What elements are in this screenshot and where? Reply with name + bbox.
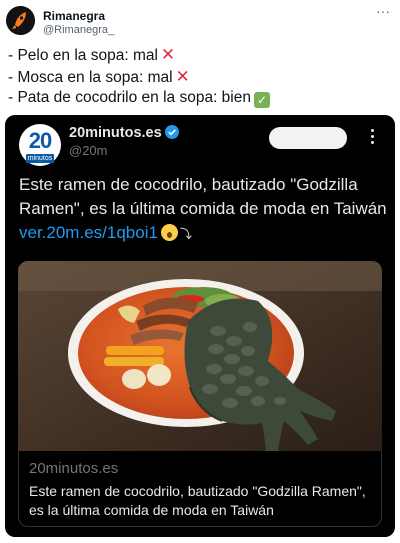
rocket-logo-icon (6, 6, 35, 35)
avatar-number: 20 (28, 128, 52, 153)
cross-mark-icon: ✕ (160, 45, 176, 64)
tweet-line-text: - Pata de cocodrilo en la sopa: bien (8, 89, 251, 106)
tweet-line-text: - Mosca en la sopa: mal (8, 68, 173, 86)
verified-badge-icon (164, 125, 179, 139)
quoted-text-body: Este ramen de cocodrilo, bautizado "Godz… (19, 175, 387, 218)
check-mark-icon: ✓ (254, 92, 270, 108)
quoted-tweet-card[interactable]: 20 minutos 20minutos.es @20m Este ramen … (5, 115, 395, 537)
card-domain: 20minutos.es (29, 460, 119, 477)
tweet-line-text: - Pelo en la sopa: mal (8, 47, 158, 64)
author-name[interactable]: Rimanegra (43, 9, 105, 23)
quoted-author-handle[interactable]: @20m (69, 143, 108, 158)
arrow-curving-down-icon: ⤵ (179, 227, 192, 241)
cross-mark-icon: ✕ (175, 66, 190, 86)
tweet-text: - Pelo en la sopa: mal ✕ - Mosca en la so… (8, 45, 392, 109)
quoted-more-icon[interactable] (367, 126, 377, 148)
quoted-author-name[interactable]: 20minutos.es (69, 125, 179, 141)
quoted-link[interactable]: ver.20m.es/1qboi1 (19, 223, 158, 242)
quoted-name-text: 20minutos.es (69, 125, 162, 141)
article-image[interactable] (18, 261, 382, 451)
tweet-line: - Pata de cocodrilo en la sopa: bien ✓ (8, 88, 392, 109)
card-title: Este ramen de cocodrilo, bautizado "Godz… (29, 483, 366, 518)
follow-button[interactable] (269, 127, 347, 149)
author-avatar[interactable] (6, 6, 35, 35)
avatar-word: minutos (26, 154, 54, 163)
tweet-line: - Mosca en la sopa: mal ✕ (8, 67, 392, 89)
tweet-header: Rimanegra @Rimanegra_ ··· (6, 4, 394, 38)
quoted-tweet-text: Este ramen de cocodrilo, bautizado "Godz… (19, 173, 389, 246)
author-handle[interactable]: @Rimanegra_ (43, 24, 114, 36)
more-icon[interactable]: ··· (374, 4, 392, 20)
tweet-line: - Pelo en la sopa: mal ✕ (8, 45, 392, 67)
link-card[interactable]: 20minutos.es Este ramen de cocodrilo, ba… (18, 451, 382, 527)
quoted-avatar[interactable]: 20 minutos (19, 124, 61, 166)
face-screaming-icon (160, 224, 178, 241)
